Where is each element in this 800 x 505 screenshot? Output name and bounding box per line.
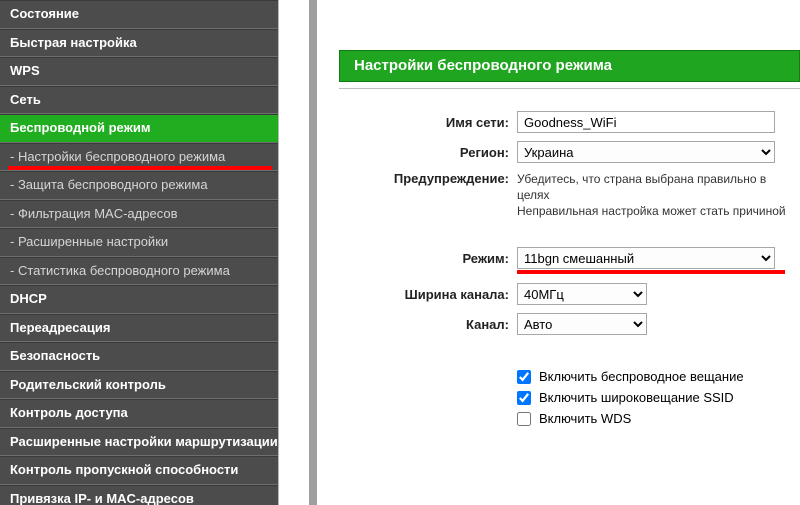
label-width: Ширина канала: bbox=[339, 287, 517, 302]
label-channel: Канал: bbox=[339, 317, 517, 332]
select-channel[interactable]: Авто bbox=[517, 313, 647, 335]
label-enable-ssid-broadcast: Включить широковещание SSID bbox=[539, 390, 734, 405]
row-ssid: Имя сети: bbox=[339, 111, 800, 133]
sidebar-item-wps[interactable]: WPS bbox=[0, 57, 278, 86]
select-region[interactable]: Украина bbox=[517, 141, 775, 163]
sidebar-item-dhcp[interactable]: DHCP bbox=[0, 285, 278, 314]
warning-text-1: Убедитесь, что страна выбрана правильно … bbox=[517, 171, 800, 203]
row-warning: Предупреждение: Убедитесь, что страна вы… bbox=[339, 171, 800, 219]
sidebar-item-forwarding[interactable]: Переадресация bbox=[0, 314, 278, 343]
app-root: Состояние Быстрая настройка WPS Сеть Бес… bbox=[0, 0, 800, 505]
label-mode: Режим: bbox=[339, 251, 517, 266]
gutter bbox=[278, 0, 317, 505]
checkbox-enable-wds[interactable] bbox=[517, 412, 531, 426]
checkbox-enable-ssid-broadcast[interactable] bbox=[517, 391, 531, 405]
row-width: Ширина канала: 40МГц bbox=[339, 283, 800, 305]
sidebar-item-ip-mac-bind[interactable]: Привязка IP- и MAC-адресов bbox=[0, 485, 278, 505]
row-enable-wds: Включить WDS bbox=[517, 411, 800, 426]
sidebar-item-wireless-security[interactable]: - Защита беспроводного режима bbox=[0, 171, 278, 200]
select-channel-width[interactable]: 40МГц bbox=[517, 283, 647, 305]
sidebar-item-wireless[interactable]: Беспроводной режим bbox=[0, 114, 278, 143]
row-enable-ssid-broadcast: Включить широковещание SSID bbox=[517, 390, 800, 405]
page-title: Настройки беспроводного режима bbox=[339, 50, 800, 82]
sidebar-item-parental[interactable]: Родительский контроль bbox=[0, 371, 278, 400]
row-channel: Канал: Авто bbox=[339, 313, 800, 335]
wireless-form: Имя сети: Регион: Украина Предупреждение… bbox=[339, 111, 800, 426]
sidebar-item-network[interactable]: Сеть bbox=[0, 86, 278, 115]
sidebar-item-access-ctrl[interactable]: Контроль доступа bbox=[0, 399, 278, 428]
label-enable-wireless: Включить беспроводное вещание bbox=[539, 369, 744, 384]
sidebar-item-status[interactable]: Состояние bbox=[0, 0, 278, 29]
row-enable-wireless: Включить беспроводное вещание bbox=[517, 369, 800, 384]
sidebar-item-wireless-settings[interactable]: - Настройки беспроводного режима bbox=[0, 143, 278, 172]
sidebar-item-wireless-advanced[interactable]: - Расширенные настройки bbox=[0, 228, 278, 257]
row-mode: Режим: 11bgn смешанный bbox=[339, 247, 800, 269]
label-ssid: Имя сети: bbox=[339, 115, 517, 130]
sidebar: Состояние Быстрая настройка WPS Сеть Бес… bbox=[0, 0, 278, 505]
sidebar-item-security[interactable]: Безопасность bbox=[0, 342, 278, 371]
main-content: Настройки беспроводного режима Имя сети:… bbox=[317, 0, 800, 505]
checkbox-enable-wireless[interactable] bbox=[517, 370, 531, 384]
sidebar-item-wireless-stats[interactable]: - Статистика беспроводного режима bbox=[0, 257, 278, 286]
label-enable-wds: Включить WDS bbox=[539, 411, 631, 426]
divider bbox=[339, 88, 800, 89]
sidebar-item-quick-setup[interactable]: Быстрая настройка bbox=[0, 29, 278, 58]
label-warning: Предупреждение: bbox=[339, 171, 517, 186]
select-mode[interactable]: 11bgn смешанный bbox=[517, 247, 775, 269]
label-region: Регион: bbox=[339, 145, 517, 160]
sidebar-item-bandwidth[interactable]: Контроль пропускной способности bbox=[0, 456, 278, 485]
sidebar-item-routing[interactable]: Расширенные настройки маршрутизации bbox=[0, 428, 278, 457]
sidebar-item-mac-filter[interactable]: - Фильтрация MAC-адресов bbox=[0, 200, 278, 229]
row-region: Регион: Украина bbox=[339, 141, 800, 163]
input-ssid[interactable] bbox=[517, 111, 775, 133]
warning-text-2: Неправильная настройка может стать причи… bbox=[517, 203, 800, 219]
